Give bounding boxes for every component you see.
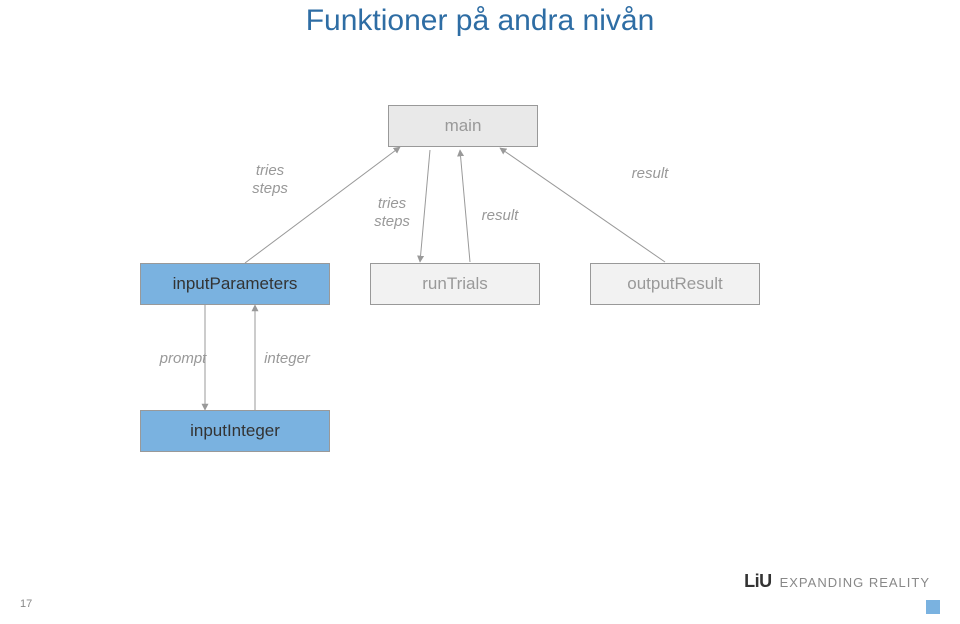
edge-label-result-right: result [620, 165, 680, 183]
logo-text: LiU [744, 571, 772, 592]
edge-label-integer: integer [252, 350, 322, 368]
page-title: Funktioner på andra nivån [0, 4, 960, 38]
footer-logo: LiU EXPANDING REALITY [744, 571, 930, 592]
edge-label-result-mid: result [470, 207, 530, 225]
edge-label-prompt: prompt [148, 350, 218, 368]
node-output-result: outputResult [590, 263, 760, 305]
edge-label-tries-steps-mid: tries steps [362, 195, 422, 231]
edge-label-tries-steps-left: tries steps [240, 162, 300, 198]
node-main: main [388, 105, 538, 147]
node-input-integer: inputInteger [140, 410, 330, 452]
connector-lines [0, 0, 960, 624]
page-number: 17 [20, 598, 32, 610]
logo-tagline: EXPANDING REALITY [780, 575, 930, 590]
node-run-trials: runTrials [370, 263, 540, 305]
footer-square-icon [926, 600, 940, 614]
node-input-parameters: inputParameters [140, 263, 330, 305]
